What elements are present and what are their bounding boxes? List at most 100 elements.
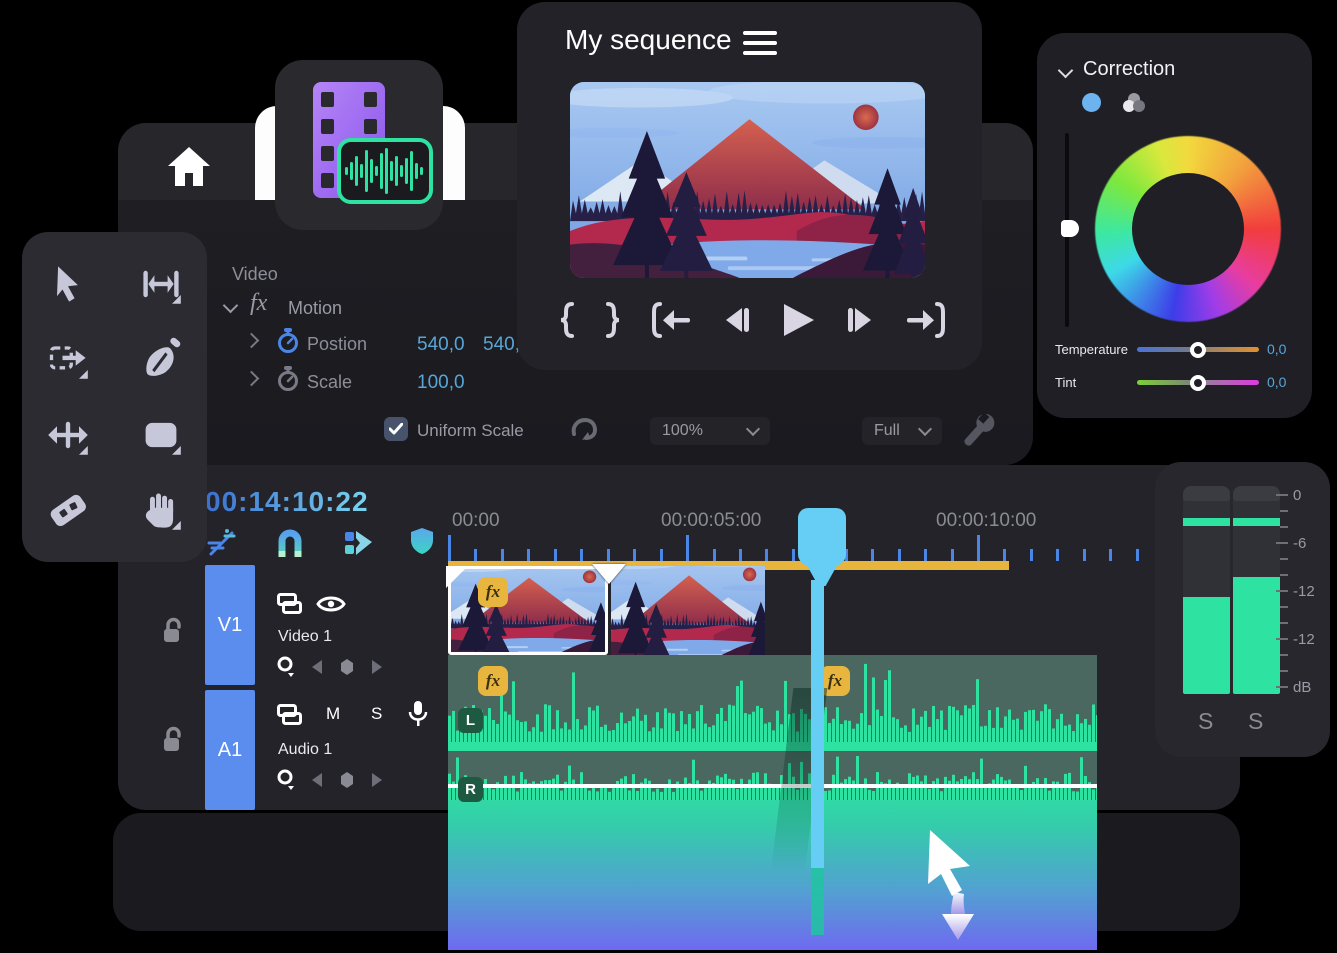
video-clip-2[interactable] (611, 566, 765, 655)
lock-icon[interactable] (161, 617, 185, 645)
video-track-name[interactable]: Video 1 (278, 628, 332, 646)
video-clip-1[interactable] (448, 566, 608, 655)
audio-track-badge[interactable]: A1 (205, 690, 255, 810)
effect-name: Motion (288, 298, 342, 319)
ripple-edit-icon (46, 337, 90, 381)
meter-cap (1183, 486, 1230, 501)
playhead-handle[interactable] (798, 508, 846, 566)
prev-keyframe-icon[interactable] (311, 659, 323, 675)
position-x-value[interactable]: 540,0 (417, 334, 465, 356)
shape-tool[interactable] (125, 403, 197, 467)
mute-button[interactable]: M (326, 704, 340, 724)
color-dot-icon[interactable] (1082, 93, 1101, 112)
app-window: Video fx Motion Postion 540,0 540, Scale… (0, 0, 1337, 953)
timecode-display[interactable]: 00:14:10:22 (205, 486, 369, 518)
linked-selection-icon[interactable] (205, 526, 239, 560)
reset-icon[interactable] (568, 414, 598, 444)
hand-tool[interactable] (125, 478, 197, 542)
position-label: Postion (307, 334, 367, 355)
home-icon (166, 144, 212, 188)
lock-icon[interactable] (161, 726, 185, 754)
meter-scale-label: -6 (1293, 535, 1306, 552)
shield-icon[interactable] (409, 526, 435, 556)
temperature-value[interactable]: 0,0 (1267, 341, 1286, 357)
fx-badge[interactable]: fx (478, 577, 508, 607)
timeline-toolbar (205, 526, 435, 560)
solo-button[interactable]: S (371, 704, 382, 724)
track-select-tool[interactable] (125, 252, 197, 316)
audio-clip-icon (337, 138, 433, 204)
meter-bar-left (1183, 597, 1230, 694)
chevron-down-icon (746, 422, 760, 436)
go-to-out-button[interactable] (903, 301, 947, 339)
check-icon (389, 423, 403, 435)
program-preview[interactable] (570, 82, 925, 278)
temperature-knob[interactable] (1190, 342, 1206, 358)
snap-magnet-icon[interactable] (273, 526, 307, 560)
ruler-label: 00:00:10:00 (936, 510, 1036, 532)
volume-rubber-band[interactable] (448, 784, 1097, 788)
step-forward-button[interactable] (843, 303, 877, 337)
keyframe-stopwatch-icon[interactable] (276, 366, 300, 392)
home-button[interactable] (166, 144, 212, 193)
add-keyframe-icon[interactable] (339, 658, 355, 676)
chevron-down-icon (918, 422, 932, 436)
zoom-dropdown[interactable]: 100% (650, 417, 770, 445)
meter-scale-label: 0 (1293, 487, 1301, 504)
scale-value[interactable]: 100,0 (417, 372, 465, 394)
pen-tool[interactable] (125, 327, 197, 391)
uniform-scale-checkbox[interactable] (384, 417, 408, 441)
meter-peak-right (1233, 518, 1280, 526)
razor-tool[interactable] (32, 478, 104, 542)
audio-clip[interactable]: L R fx fx (448, 655, 1097, 950)
next-keyframe-icon[interactable] (371, 772, 383, 788)
mark-in-button[interactable] (557, 301, 577, 339)
playhead-tail (811, 868, 824, 935)
audio-keyframe-controls (277, 769, 383, 791)
eye-icon[interactable] (316, 593, 346, 615)
scale-label: Scale (307, 372, 352, 393)
prev-keyframe-icon[interactable] (311, 772, 323, 788)
meter-peak-left (1183, 518, 1230, 526)
add-keyframe-icon[interactable] (339, 771, 355, 789)
ripple-edit-tool[interactable] (32, 327, 104, 391)
mic-icon[interactable] (408, 700, 428, 728)
collapse-chevron-icon[interactable] (1058, 63, 1074, 79)
solo-left-button[interactable]: S (1198, 708, 1213, 735)
wrench-icon[interactable] (958, 410, 998, 452)
step-back-button[interactable] (720, 303, 754, 337)
channel-left-badge: L (458, 708, 483, 733)
razor-icon (46, 488, 90, 532)
tint-knob[interactable] (1190, 375, 1206, 391)
auto-ripple-icon[interactable] (341, 526, 375, 560)
target-track-icon[interactable] (277, 704, 303, 726)
selection-tool[interactable] (32, 252, 104, 316)
trim-icon (139, 262, 183, 306)
color-mix-icon[interactable] (1121, 91, 1147, 115)
playhead-line[interactable] (811, 580, 824, 868)
slip-icon (46, 413, 90, 457)
quality-dropdown[interactable]: Full (862, 417, 942, 445)
keyframe-menu-icon[interactable] (277, 769, 295, 791)
target-track-icon[interactable] (277, 593, 303, 615)
luminance-slider-handle[interactable] (1061, 220, 1079, 237)
fx-badge[interactable]: fx (478, 666, 508, 696)
audio-track-name[interactable]: Audio 1 (278, 741, 332, 759)
hamburger-menu-icon[interactable] (743, 31, 777, 55)
ruler-label: 00:00:05:00 (661, 510, 761, 532)
meter-scale-label: -12 (1293, 631, 1315, 648)
keyframe-stopwatch-icon[interactable] (276, 328, 300, 354)
video-track-badge[interactable]: V1 (205, 565, 255, 685)
slip-tool[interactable] (32, 403, 104, 467)
play-button[interactable] (780, 301, 816, 339)
solo-right-button[interactable]: S (1248, 708, 1263, 735)
mark-out-button[interactable] (603, 301, 623, 339)
go-to-in-button[interactable] (650, 301, 694, 339)
rectangle-icon (139, 413, 183, 457)
media-clip-card[interactable] (275, 60, 443, 230)
next-keyframe-icon[interactable] (371, 659, 383, 675)
keyframe-menu-icon[interactable] (277, 656, 295, 678)
tint-value[interactable]: 0,0 (1267, 374, 1286, 390)
timeline-marker[interactable] (592, 564, 626, 584)
position-y-value[interactable]: 540, (483, 334, 520, 356)
